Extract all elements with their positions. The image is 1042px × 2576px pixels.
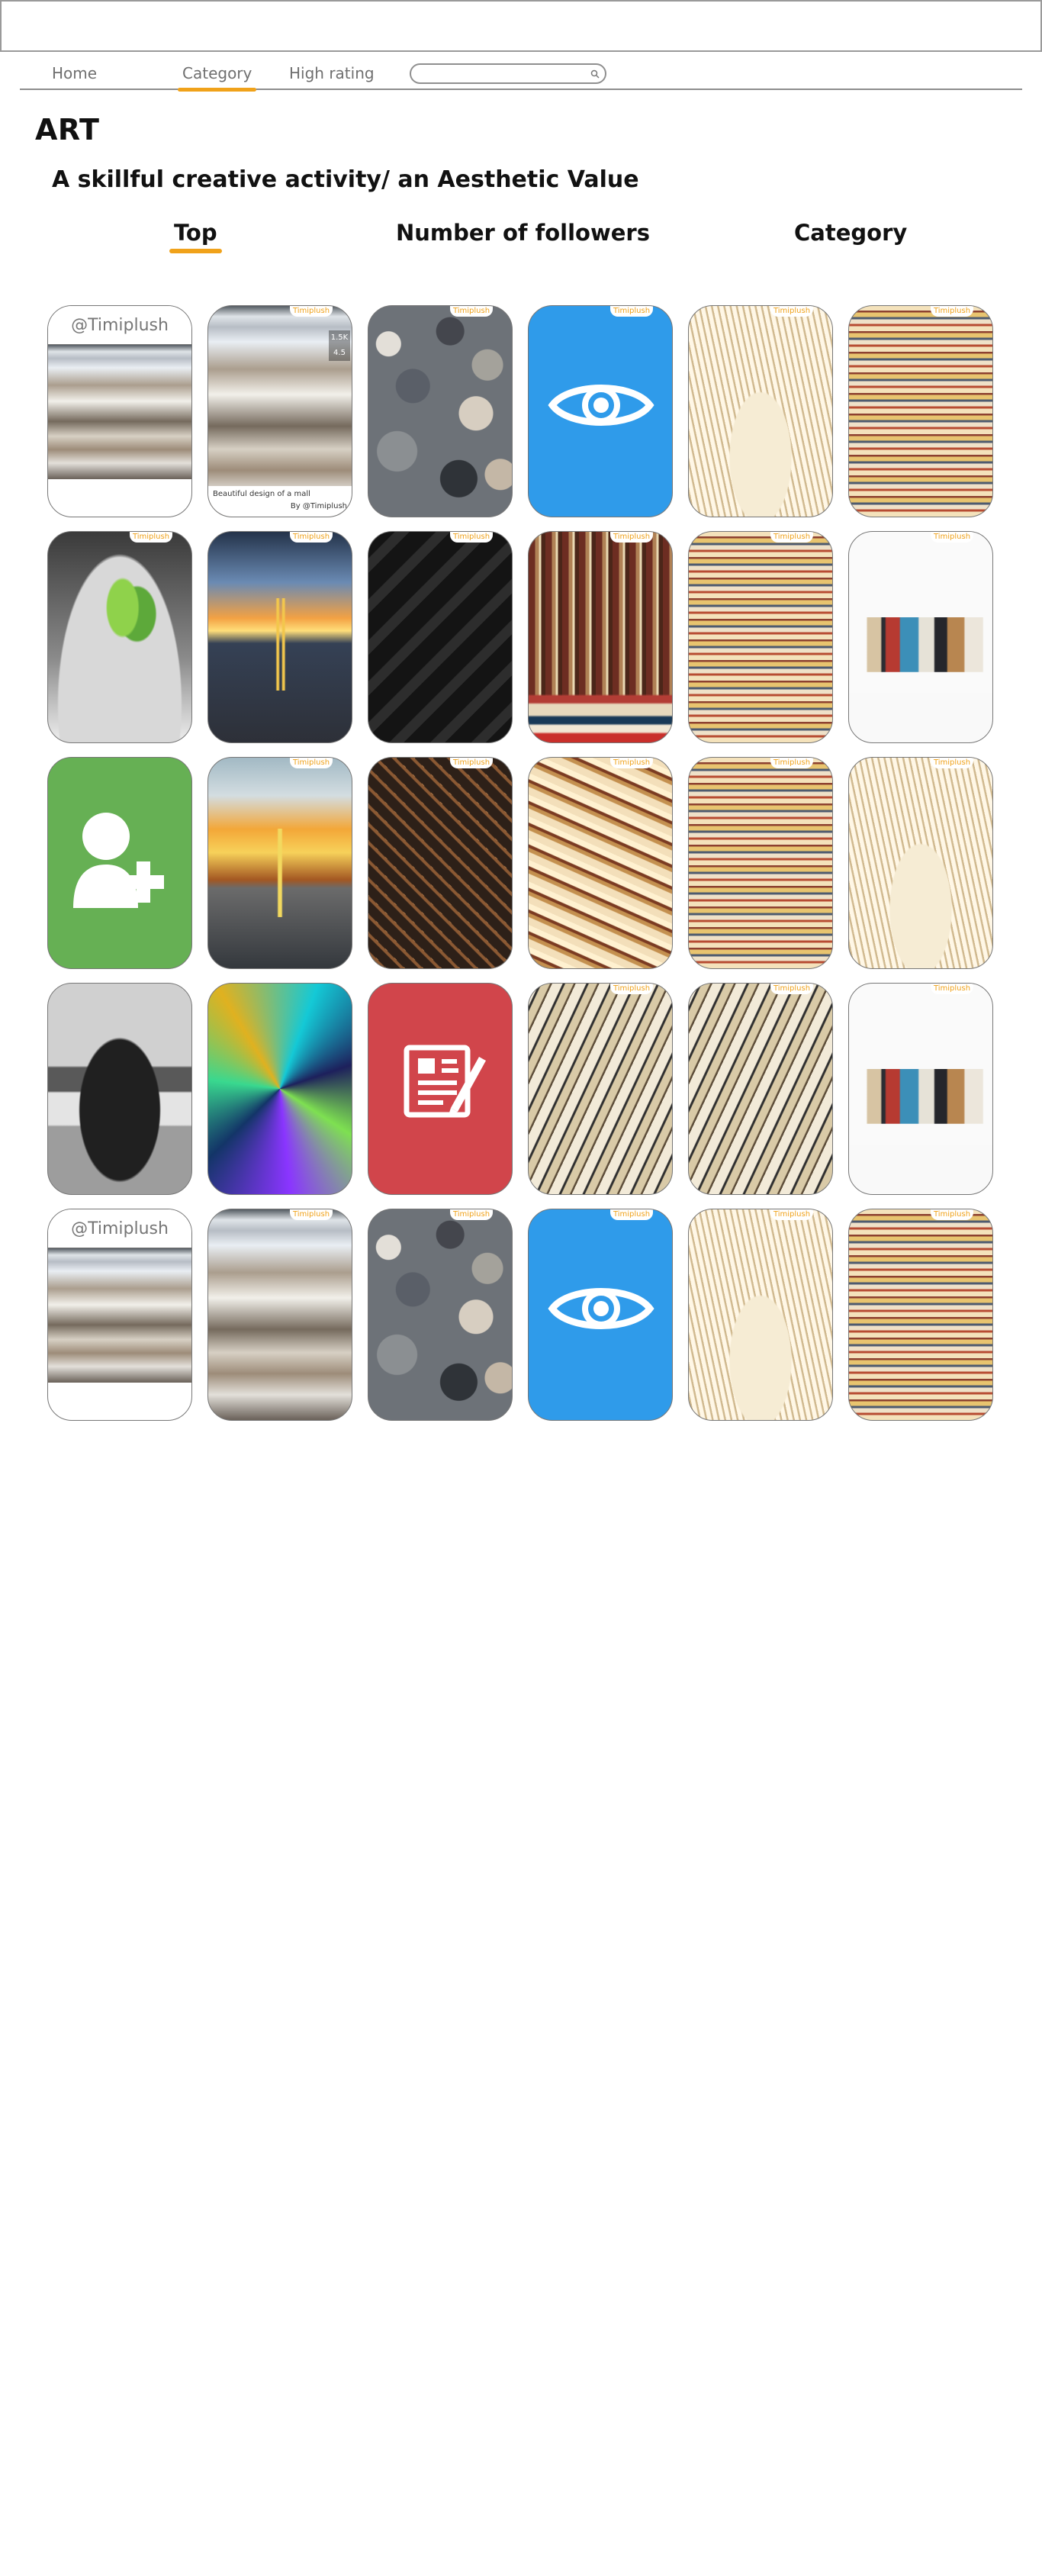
nav-high-rating[interactable]: High rating [289, 64, 375, 82]
badge: Timiplush [770, 758, 813, 768]
art-card-pattern[interactable]: Timiplush [368, 757, 513, 969]
art-card-stack[interactable]: Timiplush [688, 531, 833, 743]
top-bar [0, 0, 1042, 52]
badge: Timiplush [450, 1209, 493, 1220]
art-card-add-user[interactable] [47, 757, 192, 969]
badge: Timiplush [610, 1209, 653, 1220]
badge: Timiplush [450, 306, 493, 317]
badge: Timiplush [931, 532, 973, 543]
profile-thumbnail [48, 1248, 191, 1383]
badge: Timiplush [290, 306, 333, 317]
art-card-eye[interactable]: Timiplush [528, 1209, 673, 1421]
art-card-forest[interactable]: Timiplush [207, 757, 352, 969]
search-input[interactable] [410, 63, 606, 84]
document-edit-icon [404, 1045, 486, 1118]
username[interactable]: @Timiplush [48, 1209, 191, 1248]
badge: Timiplush [450, 532, 493, 543]
search-icon[interactable] [590, 69, 600, 79]
profile-thumbnail [48, 345, 191, 479]
art-card-eye[interactable]: Timiplush [528, 305, 673, 517]
art-card-spines[interactable]: Timiplush [528, 983, 673, 1195]
art-card-road[interactable]: Timiplush [207, 531, 352, 743]
caption-title: Beautiful design of a mall [213, 490, 310, 498]
eye-icon [548, 1288, 654, 1329]
art-card-stack[interactable]: Timiplush [688, 757, 833, 969]
art-card-document[interactable] [368, 983, 513, 1195]
badge: Timiplush [931, 1209, 973, 1220]
badge: Timiplush [130, 532, 172, 543]
card-stats: 1.5K 4.5 [329, 330, 350, 361]
art-card-stones[interactable]: Timiplush [368, 1209, 513, 1421]
badge: Timiplush [770, 1209, 813, 1220]
add-user-icon [73, 813, 164, 908]
art-card-old-books[interactable]: Timiplush [528, 757, 673, 969]
badge: Timiplush [290, 1209, 333, 1220]
nav-category[interactable]: Category [177, 64, 257, 92]
art-card-car[interactable] [47, 983, 192, 1195]
art-card-book[interactable]: Timiplush [848, 757, 993, 969]
badge: Timiplush [290, 758, 333, 768]
followers-count: 1.5K [330, 333, 349, 342]
art-card-stack[interactable]: Timiplush [848, 305, 993, 517]
eye-icon [548, 385, 654, 426]
nav-home[interactable]: Home [52, 64, 97, 82]
badge: Timiplush [931, 984, 973, 994]
badge: Timiplush [610, 984, 653, 994]
tab-number-of-followers[interactable]: Number of followers [396, 220, 650, 246]
art-card-profile[interactable]: @Timiplush [47, 1209, 192, 1421]
art-card-plant[interactable]: Timiplush [47, 531, 192, 743]
username[interactable]: @Timiplush [48, 306, 191, 345]
badge: Timiplush [931, 306, 973, 317]
badge: Timiplush [770, 306, 813, 317]
badge: Timiplush [610, 758, 653, 768]
art-card-white-books[interactable]: Timiplush [848, 531, 993, 743]
art-card-profile[interactable]: @Timiplush [47, 305, 192, 517]
art-card-dark[interactable]: Timiplush [368, 531, 513, 743]
caption-byline: By @Timiplush [290, 502, 347, 510]
art-card-mall[interactable]: Timiplush 1.5K 4.5 Beautiful design of a ma… [207, 305, 352, 517]
rating-value: 4.5 [333, 349, 346, 357]
badge: Timiplush [770, 532, 813, 543]
art-card-grid: @Timiplush Timiplush 1.5K 4.5 Beautiful desi… [47, 305, 998, 1421]
badge: Timiplush [931, 758, 973, 768]
badge: Timiplush [610, 306, 653, 317]
art-card-mall[interactable]: Timiplush [207, 1209, 352, 1421]
art-card-stack[interactable]: Timiplush [848, 1209, 993, 1421]
art-card-spines[interactable]: Timiplush [688, 983, 833, 1195]
art-card-poly[interactable] [207, 983, 352, 1195]
tab-top[interactable]: Top [169, 220, 222, 253]
card-caption: Beautiful design of a mall By @Timiplush [208, 486, 352, 517]
art-card-book[interactable]: Timiplush [688, 305, 833, 517]
art-card-shelf[interactable]: Timiplush [528, 531, 673, 743]
badge: Timiplush [290, 532, 333, 543]
page-title: ART [35, 113, 100, 147]
page-subtitle: A skillful creative activity/ an Aesthet… [52, 166, 639, 193]
tab-category[interactable]: Category [794, 220, 907, 246]
art-card-book[interactable]: Timiplush [688, 1209, 833, 1421]
badge: Timiplush [770, 984, 813, 994]
art-card-stones[interactable]: Timiplush [368, 305, 513, 517]
badge: Timiplush [450, 758, 493, 768]
badge: Timiplush [610, 532, 653, 543]
art-card-white-books[interactable]: Timiplush [848, 983, 993, 1195]
